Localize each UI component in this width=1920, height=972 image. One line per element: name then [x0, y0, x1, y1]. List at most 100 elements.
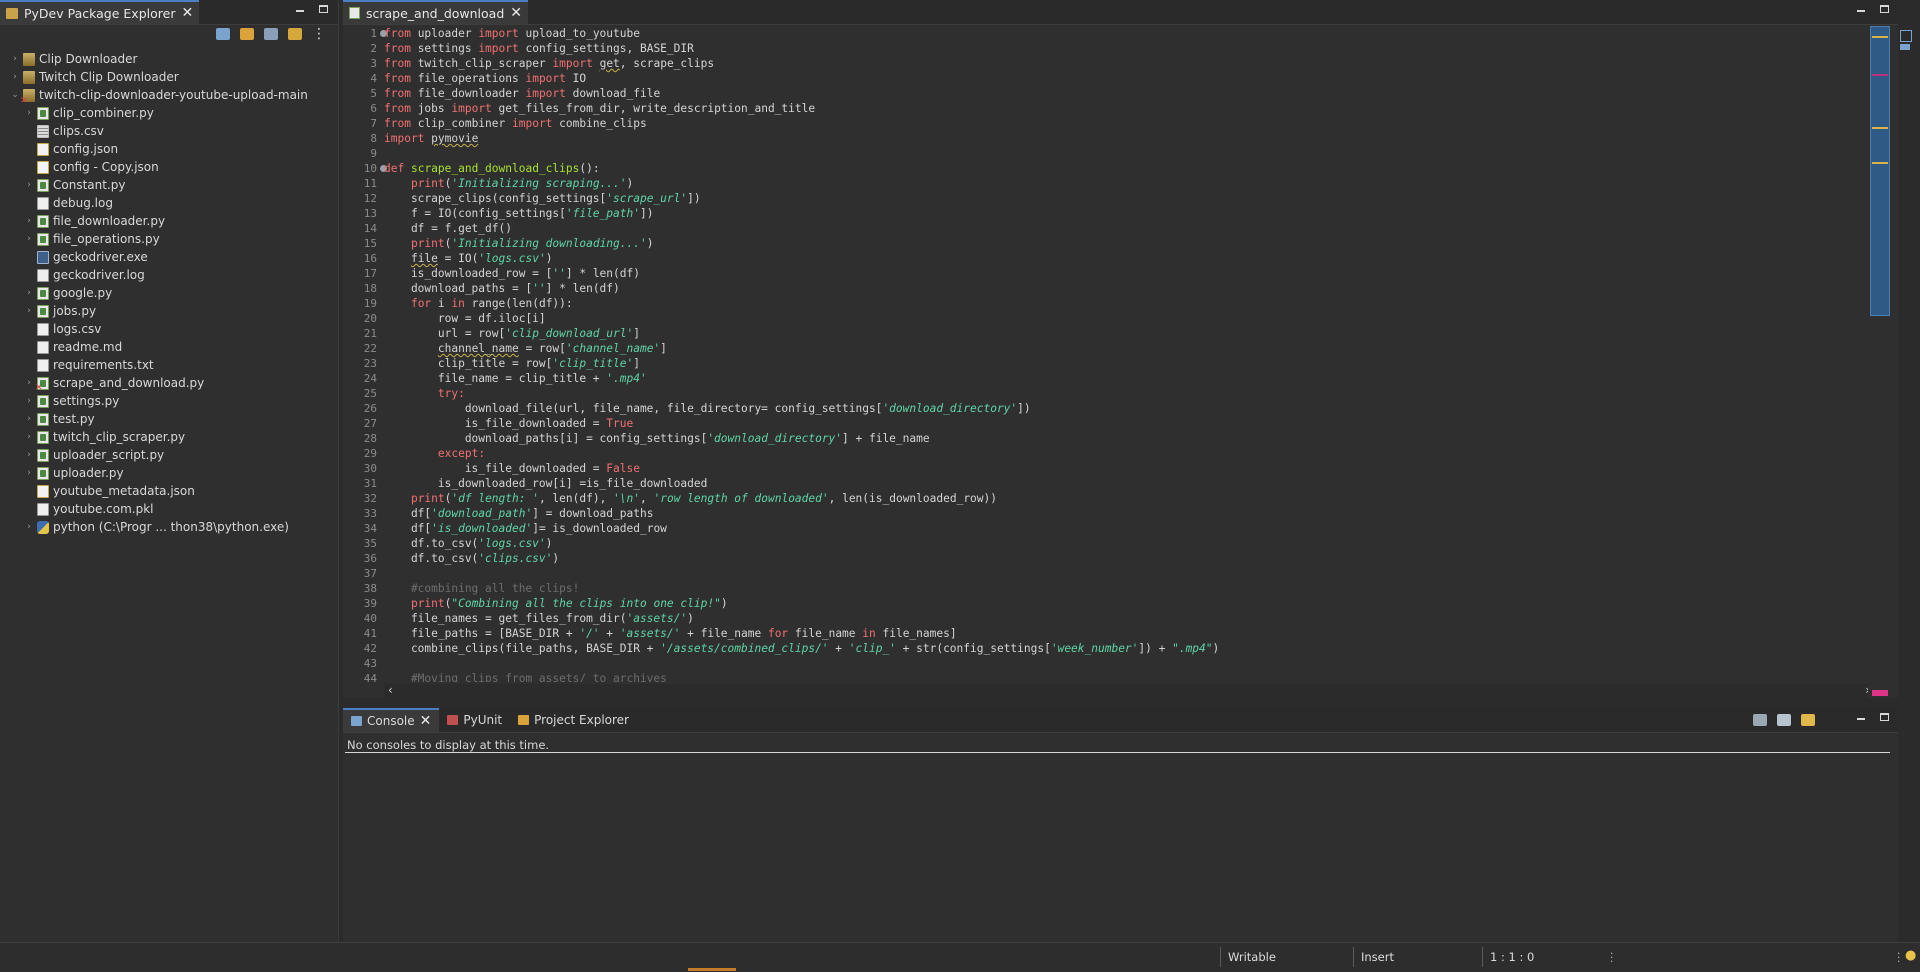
error-summary-marker[interactable] [1872, 690, 1888, 696]
code-line[interactable]: df['download_path'] = download_paths [384, 506, 1864, 521]
warning-marker[interactable] [1872, 127, 1888, 129]
code-line[interactable]: from clip_combiner import combine_clips [384, 116, 1864, 131]
overview-thumb[interactable] [1870, 26, 1890, 316]
tree-item[interactable]: ⌄ twitch-clip-downloader-youtube-upload-m… [0, 86, 338, 106]
chevron-right-icon[interactable]: › [24, 468, 34, 478]
open-console-icon[interactable] [1801, 714, 1815, 726]
code-area[interactable]: from uploader import upload_to_youtube fr… [384, 26, 1864, 682]
chevron-right-icon[interactable]: › [24, 432, 34, 442]
tab-project-explorer[interactable]: Project Explorer [510, 708, 637, 732]
chevron-right-icon[interactable]: › [24, 396, 34, 406]
tree-item[interactable]: › Twitch Clip Downloader [0, 68, 338, 86]
filter-icon[interactable] [264, 28, 278, 40]
tree-item[interactable]: youtube.com.pkl [0, 500, 338, 518]
code-line[interactable] [384, 146, 1864, 161]
tree-item[interactable]: geckodriver.log [0, 266, 338, 284]
chevron-right-icon[interactable]: › [24, 288, 34, 298]
code-line[interactable]: from jobs import get_files_from_dir, wri… [384, 101, 1864, 116]
tab-pyunit[interactable]: PyUnit [439, 708, 510, 732]
tree-item[interactable]: › google.py [0, 284, 338, 302]
chevron-right-icon[interactable]: › [24, 216, 34, 226]
code-line[interactable]: is_downloaded_row[i] =is_file_downloaded [384, 476, 1864, 491]
link-with-editor-icon[interactable] [240, 28, 254, 40]
code-line[interactable]: print('df length: ', len(df), '\n', 'row… [384, 491, 1864, 506]
code-line[interactable]: clip_title = row['clip_title'] [384, 356, 1864, 371]
status-menu-icon[interactable]: ⋮ [1893, 950, 1905, 964]
tree-item[interactable]: logs.csv [0, 320, 338, 338]
tree-item[interactable]: geckodriver.exe [0, 248, 338, 266]
minimize-button[interactable] [1855, 712, 1867, 724]
chevron-right-icon[interactable]: › [24, 234, 34, 244]
collapse-all-icon[interactable] [216, 28, 230, 40]
code-line[interactable]: file_paths = [BASE_DIR + '/' + 'assets/'… [384, 626, 1864, 641]
code-line[interactable]: from file_operations import IO [384, 71, 1864, 86]
warning-marker[interactable] [1872, 162, 1888, 164]
code-line[interactable]: row = df.iloc[i] [384, 311, 1864, 326]
code-line[interactable]: file_name = clip_title + '.mp4' [384, 371, 1864, 386]
tree-item[interactable]: › test.py [0, 410, 338, 428]
chevron-right-icon[interactable]: › [24, 522, 34, 532]
tab-scrape-and-download[interactable]: scrape_and_download ✕ [343, 0, 529, 24]
tree-item[interactable]: config.json [0, 140, 338, 158]
horizontal-scrollbar[interactable]: ‹ › [384, 683, 1874, 698]
code-line[interactable]: import pymovie [384, 131, 1864, 146]
code-line[interactable]: is_file_downloaded = True [384, 416, 1864, 431]
tree-item[interactable]: config - Copy.json [0, 158, 338, 176]
code-line[interactable]: download_paths = [''] * len(df) [384, 281, 1864, 296]
tab-package-explorer[interactable]: PyDev Package Explorer ✕ [0, 0, 200, 24]
code-line[interactable]: is_file_downloaded = False [384, 461, 1864, 476]
code-line[interactable]: from file_downloader import download_fil… [384, 86, 1864, 101]
chevron-right-icon[interactable]: › [10, 72, 20, 82]
quick-outline-icon[interactable] [1900, 30, 1912, 42]
code-line[interactable]: download_file(url, file_name, file_direc… [384, 401, 1864, 416]
quick-outline-icon-2[interactable] [1900, 44, 1910, 50]
chevron-right-icon[interactable]: › [24, 450, 34, 460]
close-icon[interactable]: ✕ [510, 6, 522, 20]
chevron-down-icon[interactable]: ⌄ [10, 90, 20, 100]
code-line[interactable]: is_downloaded_row = [''] * len(df) [384, 266, 1864, 281]
code-line[interactable]: #Moving clips from assets/ to archives [384, 671, 1864, 682]
code-line[interactable]: print("Combining all the clips into one … [384, 596, 1864, 611]
display-console-icon[interactable] [1777, 714, 1791, 726]
tree-item[interactable]: › jobs.py [0, 302, 338, 320]
chevron-right-icon[interactable]: › [24, 180, 34, 190]
code-line[interactable] [384, 656, 1864, 671]
code-line[interactable]: scrape_clips(config_settings['scrape_url… [384, 191, 1864, 206]
pin-console-icon[interactable] [1753, 714, 1767, 726]
overview-ruler[interactable] [1868, 26, 1890, 698]
code-line[interactable]: except: [384, 446, 1864, 461]
minimize-button[interactable] [294, 4, 306, 16]
code-line[interactable]: channel_name = row['channel_name'] [384, 341, 1864, 356]
code-line[interactable]: print('Initializing downloading...') [384, 236, 1864, 251]
focus-icon[interactable] [288, 28, 302, 40]
code-line[interactable]: def scrape_and_download_clips(): [384, 161, 1864, 176]
chevron-right-icon[interactable]: › [24, 414, 34, 424]
minimize-button[interactable] [1855, 4, 1867, 16]
chevron-right-icon[interactable]: › [24, 108, 34, 118]
error-marker[interactable] [1872, 74, 1888, 76]
chevron-right-icon[interactable]: › [24, 306, 34, 316]
tree-item[interactable]: debug.log [0, 194, 338, 212]
tip-bulb-icon[interactable]: ● [1905, 948, 1916, 963]
code-line[interactable]: url = row['clip_download_url'] [384, 326, 1864, 341]
tree-item[interactable]: requirements.txt [0, 356, 338, 374]
scroll-left-icon[interactable]: ‹ [388, 683, 393, 697]
code-line[interactable]: try: [384, 386, 1864, 401]
code-line[interactable]: combine_clips(file_paths, BASE_DIR + '/a… [384, 641, 1864, 656]
code-line[interactable]: f = IO(config_settings['file_path']) [384, 206, 1864, 221]
tab-console[interactable]: Console ✕ [343, 708, 440, 732]
tree-item[interactable]: › settings.py [0, 392, 338, 410]
code-line[interactable]: from twitch_clip_scraper import get, scr… [384, 56, 1864, 71]
tree-item[interactable]: › file_downloader.py [0, 212, 338, 230]
tree-item[interactable]: › Constant.py [0, 176, 338, 194]
tree-item[interactable]: › twitch_clip_scraper.py [0, 428, 338, 446]
tree-item[interactable]: › python (C:\Progr ... thon38\python.exe) [0, 518, 338, 536]
chevron-right-icon[interactable]: › [24, 378, 34, 388]
code-line[interactable]: file_names = get_files_from_dir('assets/… [384, 611, 1864, 626]
code-line[interactable]: df.to_csv('clips.csv') [384, 551, 1864, 566]
tree-item[interactable]: readme.md [0, 338, 338, 356]
code-line[interactable]: download_paths[i] = config_settings['dow… [384, 431, 1864, 446]
code-line[interactable]: for i in range(len(df)): [384, 296, 1864, 311]
status-menu-icon[interactable]: ⋮ [1606, 950, 1618, 964]
tree-item[interactable]: › uploader_script.py [0, 446, 338, 464]
